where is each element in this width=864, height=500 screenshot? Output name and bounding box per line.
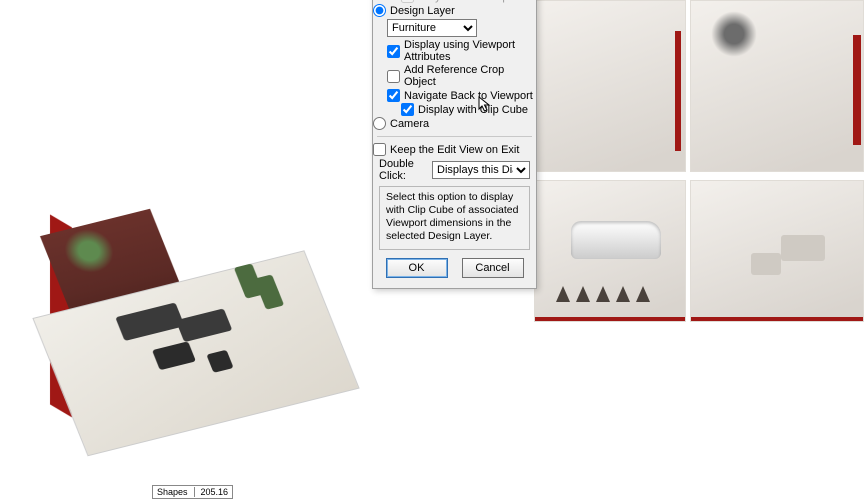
display-clip-cube-checkbox[interactable] (401, 103, 414, 116)
design-layer-label: Design Layer (390, 5, 455, 17)
double-click-label: Double Click: (379, 158, 428, 182)
render-tile-bottom-right (690, 180, 864, 322)
camera-radio[interactable] (373, 117, 386, 130)
navigate-back-row: Navigate Back to Viewport (387, 89, 536, 102)
keep-edit-view-row: Keep the Edit View on Exit (373, 143, 536, 156)
only-outside-crop-checkbox (401, 0, 414, 3)
add-ref-crop-label: Add Reference Crop Object (404, 64, 536, 88)
layer-select[interactable]: Furniture (387, 19, 477, 37)
divider-1 (377, 136, 532, 137)
design-layer-radio[interactable] (373, 4, 386, 17)
double-click-select[interactable]: Displays this Dialog (432, 161, 530, 179)
layer-select-row: Furniture (387, 19, 530, 37)
navigate-back-label: Navigate Back to Viewport (404, 90, 533, 102)
double-click-row: Double Click: Displays this Dialog (379, 158, 530, 182)
only-outside-crop-label: Only Outside Crop (418, 0, 508, 3)
camera-label: Camera (390, 118, 429, 130)
display-viewport-attrs-label: Display using Viewport Attributes (404, 39, 536, 63)
option-description: Select this option to display with Clip … (379, 186, 530, 250)
render-tile-top-left (534, 0, 686, 172)
navigate-back-checkbox[interactable] (387, 89, 400, 102)
display-clip-cube-label: Display with Clip Cube (418, 104, 528, 116)
ok-button[interactable]: OK (386, 258, 448, 278)
render-left-iso (20, 180, 350, 490)
keep-edit-view-label: Keep the Edit View on Exit (390, 144, 519, 156)
camera-row: Camera (373, 117, 536, 130)
topiary-row (556, 286, 650, 302)
display-clip-cube-row: Display with Clip Cube (401, 103, 536, 116)
display-viewport-attrs-checkbox[interactable] (387, 45, 400, 58)
keep-edit-view-checkbox[interactable] (373, 143, 386, 156)
cancel-button[interactable]: Cancel (462, 258, 524, 278)
only-outside-crop-row: Only Outside Crop (401, 0, 536, 3)
render-tile-top-right (690, 0, 864, 172)
dialog-button-row: OK Cancel (373, 258, 536, 278)
design-layer-row: Design Layer (373, 4, 536, 17)
edit-viewport-dialog: Only Outside Crop Design Layer Furniture… (372, 0, 537, 289)
add-ref-crop-checkbox[interactable] (387, 70, 400, 83)
display-viewport-attrs-row: Display using Viewport Attributes (387, 39, 536, 63)
add-ref-crop-row: Add Reference Crop Object (387, 64, 536, 88)
